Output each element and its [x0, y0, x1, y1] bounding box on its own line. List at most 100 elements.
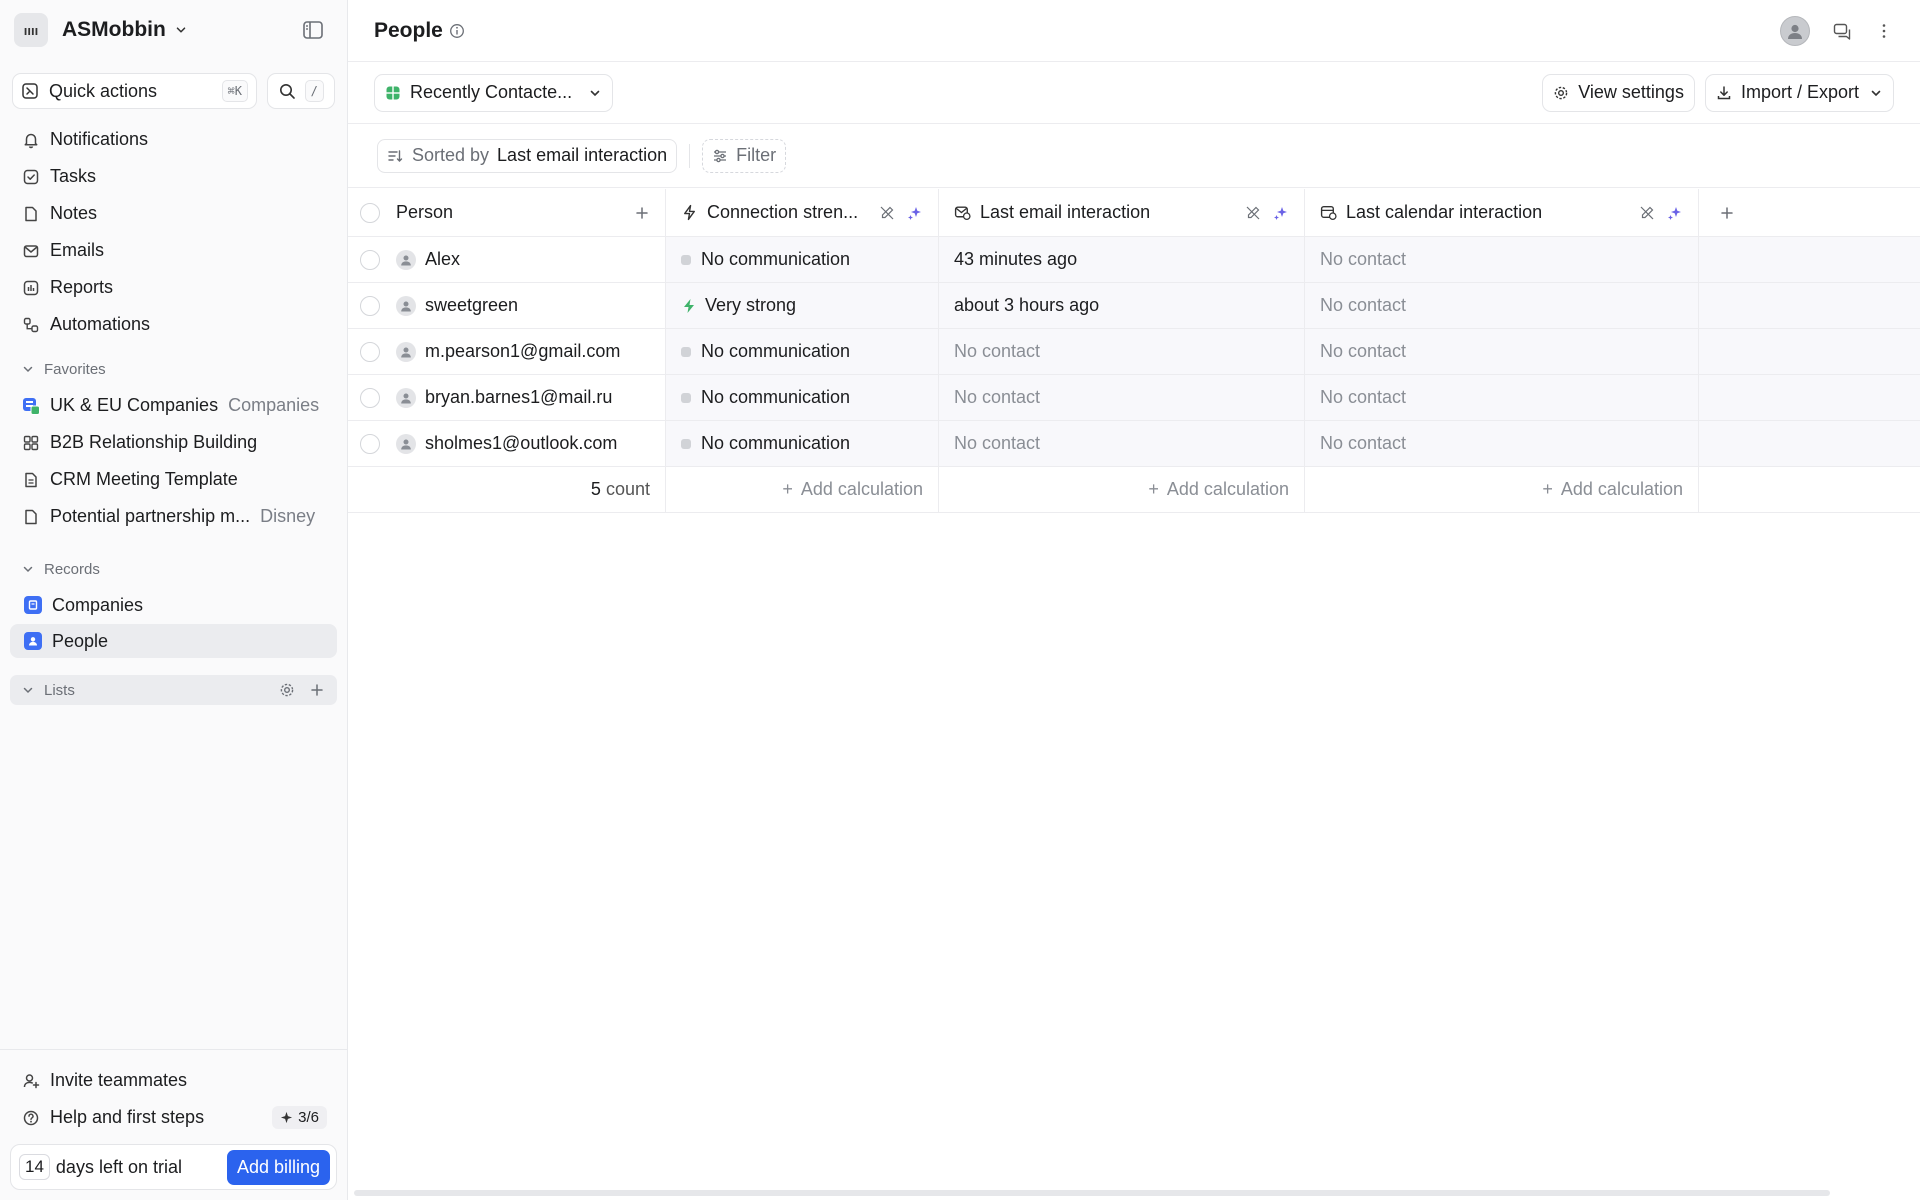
person-avatar-icon: [396, 249, 416, 270]
sidebar-toggle-icon[interactable]: [301, 18, 325, 42]
email-cell[interactable]: No contact: [939, 329, 1305, 374]
add-calculation-calendar[interactable]: + Add calculation: [1305, 467, 1699, 512]
record-item-people[interactable]: People: [10, 624, 337, 658]
last-email-value: 43 minutes ago: [954, 249, 1078, 269]
connection-cell[interactable]: No communication: [666, 329, 939, 374]
table-row[interactable]: Alex No communication 43 minutes ago No …: [348, 237, 1920, 283]
filter-button[interactable]: Filter: [702, 138, 787, 173]
help-circle-icon: [23, 1110, 39, 1125]
row-checkbox[interactable]: [360, 341, 380, 362]
column-header-connection[interactable]: Connection stren...: [666, 189, 939, 236]
plus-icon[interactable]: [634, 205, 650, 221]
people-table: Person Connection stren... Last email in…: [348, 189, 1920, 513]
favorite-label: CRM Meeting Template: [50, 469, 238, 489]
view-settings-button[interactable]: View settings: [1542, 73, 1695, 112]
email-cell[interactable]: 43 minutes ago: [939, 237, 1305, 282]
trial-text: days left on trial: [55, 1156, 182, 1177]
table-row[interactable]: sholmes1@outlook.com No communication No…: [348, 421, 1920, 467]
nav-item-notifications[interactable]: Notifications: [0, 121, 347, 158]
row-checkbox[interactable]: [360, 295, 380, 316]
invite-teammates-button[interactable]: Invite teammates: [0, 1062, 347, 1099]
gear-icon[interactable]: [279, 682, 295, 698]
view-settings-label: View settings: [1578, 82, 1684, 102]
column-header-email[interactable]: Last email interaction: [939, 189, 1305, 236]
person-cell[interactable]: bryan.barnes1@mail.ru: [348, 375, 666, 420]
comments-icon[interactable]: [1832, 21, 1852, 41]
import-export-button[interactable]: Import / Export: [1704, 73, 1894, 112]
row-checkbox[interactable]: [360, 249, 380, 270]
top-bar: People: [348, 0, 1920, 62]
connection-cell[interactable]: No communication: [666, 375, 939, 420]
calendar-cell[interactable]: No contact: [1305, 375, 1699, 420]
calendar-cell[interactable]: No contact: [1305, 237, 1699, 282]
help-first-steps-button[interactable]: Help and first steps 3/6: [0, 1099, 347, 1136]
edit-off-icon[interactable]: [1245, 205, 1261, 221]
select-all-checkbox[interactable]: [360, 202, 380, 223]
search-icon: [280, 84, 295, 99]
lists-header[interactable]: Lists: [10, 675, 337, 705]
add-billing-button[interactable]: Add billing: [226, 1149, 330, 1185]
table-row[interactable]: bryan.barnes1@mail.ru No communication N…: [348, 375, 1920, 421]
favorites-header[interactable]: Favorites: [0, 351, 347, 387]
empty-cell: [1699, 375, 1920, 420]
row-checkbox[interactable]: [360, 433, 380, 454]
person-cell[interactable]: sweetgreen: [348, 283, 666, 328]
edit-off-icon[interactable]: [879, 205, 895, 221]
horizontal-scrollbar[interactable]: [354, 1190, 1830, 1196]
avatar[interactable]: [1780, 15, 1810, 46]
dashboard-icon: [23, 435, 39, 450]
chevron-down-icon[interactable]: [174, 23, 188, 37]
quick-actions-button[interactable]: Quick actions ⌘K: [12, 73, 257, 109]
search-button[interactable]: /: [267, 73, 335, 109]
person-cell[interactable]: sholmes1@outlook.com: [348, 421, 666, 466]
email-cell[interactable]: about 3 hours ago: [939, 283, 1305, 328]
workspace-header[interactable]: ıııı ASMobbin: [0, 0, 347, 60]
favorite-item[interactable]: CRM Meeting Template: [0, 461, 347, 498]
connection-cell[interactable]: Very strong: [666, 283, 939, 328]
info-icon[interactable]: [449, 23, 465, 39]
nav-item-notes[interactable]: Notes: [0, 195, 347, 232]
plus-icon[interactable]: [309, 682, 325, 698]
email-cell[interactable]: No contact: [939, 421, 1305, 466]
view-selector[interactable]: Recently Contacte...: [374, 73, 614, 112]
column-header-person[interactable]: Person: [348, 189, 666, 236]
records-header[interactable]: Records: [0, 551, 347, 587]
workspace-name[interactable]: ASMobbin: [62, 18, 166, 42]
calendar-cell[interactable]: No contact: [1305, 421, 1699, 466]
column-header-calendar[interactable]: Last calendar interaction: [1305, 189, 1699, 236]
nav-item-automations[interactable]: Automations: [0, 306, 347, 343]
person-cell[interactable]: Alex: [348, 237, 666, 282]
nav-item-label: Notes: [50, 203, 98, 223]
sparkle-icon[interactable]: [1667, 205, 1683, 221]
document-icon: [25, 472, 37, 487]
sparkle-icon[interactable]: [907, 205, 923, 221]
column-label: Connection stren...: [707, 202, 859, 222]
favorite-item[interactable]: Potential partnership m... Disney: [0, 498, 347, 535]
more-vertical-icon[interactable]: [1874, 21, 1894, 41]
edit-off-icon[interactable]: [1639, 205, 1655, 221]
add-column-button[interactable]: [1699, 189, 1920, 236]
row-checkbox[interactable]: [360, 387, 380, 408]
nav-item-tasks[interactable]: Tasks: [0, 158, 347, 195]
nav-item-reports[interactable]: Reports: [0, 269, 347, 306]
connection-cell[interactable]: No communication: [666, 421, 939, 466]
person-cell[interactable]: m.pearson1@gmail.com: [348, 329, 666, 374]
check-square-icon: [23, 169, 39, 184]
sort-chip[interactable]: Sorted by Last email interaction: [377, 138, 678, 173]
column-label: Last calendar interaction: [1346, 202, 1543, 222]
add-calculation-email[interactable]: + Add calculation: [939, 467, 1305, 512]
add-calculation-label: Add calculation: [800, 479, 923, 499]
favorite-item[interactable]: UK & EU Companies Companies: [0, 387, 347, 424]
table-row[interactable]: m.pearson1@gmail.com No communication No…: [348, 329, 1920, 375]
add-calculation-connection[interactable]: + Add calculation: [666, 467, 939, 512]
table-row[interactable]: sweetgreen Very strong about 3 hours ago…: [348, 283, 1920, 329]
calendar-cell[interactable]: No contact: [1305, 329, 1699, 374]
record-item-companies[interactable]: Companies: [10, 588, 337, 622]
nav-item-emails[interactable]: Emails: [0, 232, 347, 269]
calendar-cell[interactable]: No contact: [1305, 283, 1699, 328]
sparkle-icon[interactable]: [1273, 205, 1289, 221]
email-cell[interactable]: No contact: [939, 375, 1305, 420]
favorite-item[interactable]: B2B Relationship Building: [0, 424, 347, 461]
mail-clock-icon: [954, 206, 971, 221]
connection-cell[interactable]: No communication: [666, 237, 939, 282]
